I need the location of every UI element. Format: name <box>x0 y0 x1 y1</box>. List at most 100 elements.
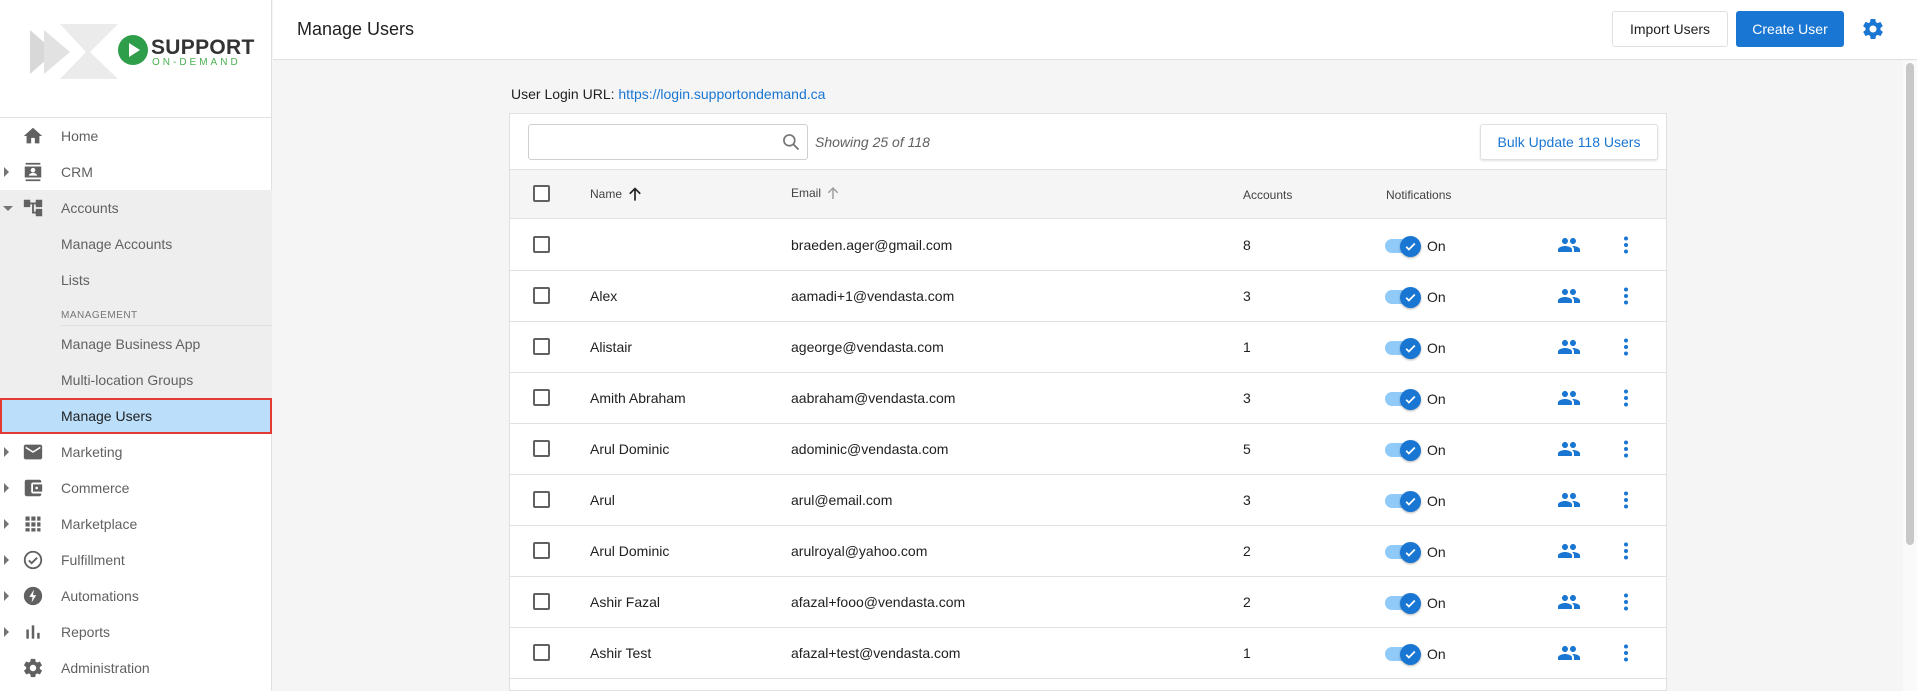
sidebar-item-marketing[interactable]: Marketing <box>0 434 272 470</box>
sidebar-item-automations[interactable]: Automations <box>0 578 272 614</box>
notifications-toggle[interactable] <box>1385 236 1421 257</box>
notifications-toggle[interactable] <box>1385 644 1421 665</box>
login-url-link[interactable]: https://login.supportondemand.ca <box>618 86 825 102</box>
row-checkbox[interactable] <box>533 542 550 559</box>
people-icon[interactable] <box>1557 590 1581 619</box>
table-row[interactable]: Alistair ageorge@vendasta.com 1 On <box>510 322 1666 373</box>
table-row[interactable]: Amith Abraham aabraham@vendasta.com 3 On <box>510 373 1666 424</box>
user-name: Arul Dominic <box>590 441 670 457</box>
notifications-state: On <box>1427 238 1446 254</box>
people-icon[interactable] <box>1557 488 1581 517</box>
accounts-icon <box>21 196 45 220</box>
bulk-update-button[interactable]: Bulk Update 118 Users <box>1480 124 1658 160</box>
search-input[interactable] <box>528 124 808 160</box>
notifications-toggle[interactable] <box>1385 287 1421 308</box>
table-row[interactable]: Alex aamadi+1@vendasta.com 3 On <box>510 271 1666 322</box>
more-vert-icon[interactable] <box>1614 386 1638 415</box>
row-checkbox[interactable] <box>533 236 550 253</box>
more-vert-icon[interactable] <box>1614 488 1638 517</box>
check-icon <box>1400 491 1421 512</box>
sidebar-item-fulfillment[interactable]: Fulfillment <box>0 542 272 578</box>
sidebar-item-administration[interactable]: Administration <box>0 650 272 686</box>
select-all-checkbox[interactable] <box>533 185 550 202</box>
people-icon[interactable] <box>1557 437 1581 466</box>
settings-gear-icon[interactable] <box>1861 17 1885 46</box>
user-email: arulroyal@yahoo.com <box>791 543 928 559</box>
logo[interactable]: SUPPORT ON-DEMAND <box>0 0 271 118</box>
user-email: aamadi+1@vendasta.com <box>791 288 955 304</box>
table-row[interactable]: Ashir Fazal afazal+fooo@vendasta.com 2 On <box>510 577 1666 628</box>
column-header-notifications: Notifications <box>1386 188 1452 202</box>
people-icon[interactable] <box>1557 233 1581 262</box>
column-header-accounts: Accounts <box>1243 188 1293 202</box>
sidebar-item-reports[interactable]: Reports <box>0 614 272 650</box>
more-vert-icon[interactable] <box>1614 233 1638 262</box>
import-users-button[interactable]: Import Users <box>1612 11 1728 47</box>
more-vert-icon[interactable] <box>1614 590 1638 619</box>
table-row[interactable]: Ashir Test afazal+test@vendasta.com 1 On <box>510 628 1666 679</box>
sort-arrow-up-icon[interactable] <box>824 184 842 202</box>
notifications-toggle[interactable] <box>1385 440 1421 461</box>
sidebar-item-crm[interactable]: CRM <box>0 154 272 190</box>
sidebar-item-multi-location-groups[interactable]: Multi-location Groups <box>0 362 272 398</box>
column-header-name[interactable]: Name <box>590 184 645 204</box>
people-icon[interactable] <box>1557 641 1581 670</box>
scrollbar[interactable] <box>1903 61 1917 691</box>
check-icon <box>1400 287 1421 308</box>
sidebar-item-label: Marketing <box>61 444 123 460</box>
table-row[interactable]: Arul arul@email.com 3 On <box>510 475 1666 526</box>
notifications-state: On <box>1427 493 1446 509</box>
notifications-state: On <box>1427 391 1446 407</box>
more-vert-icon[interactable] <box>1614 335 1638 364</box>
sidebar-item-manage-accounts[interactable]: Manage Accounts <box>0 226 272 262</box>
mail-icon <box>21 440 45 464</box>
search-icon[interactable] <box>781 132 801 157</box>
row-checkbox[interactable] <box>533 491 550 508</box>
sidebar-item-manage-business-app[interactable]: Manage Business App <box>0 326 272 362</box>
table-row[interactable]: Arul Dominic adominic@vendasta.com 5 On <box>510 424 1666 475</box>
row-checkbox[interactable] <box>533 593 550 610</box>
create-user-button[interactable]: Create User <box>1736 11 1844 47</box>
check-icon <box>1400 338 1421 359</box>
notifications-state: On <box>1427 544 1446 560</box>
sidebar-item-label: Accounts <box>61 200 119 216</box>
user-accounts-count: 5 <box>1243 441 1251 457</box>
chevron-right-icon <box>4 591 9 601</box>
more-vert-icon[interactable] <box>1614 437 1638 466</box>
notifications-toggle[interactable] <box>1385 389 1421 410</box>
people-icon[interactable] <box>1557 386 1581 415</box>
people-icon[interactable] <box>1557 335 1581 364</box>
notifications-toggle[interactable] <box>1385 593 1421 614</box>
row-checkbox[interactable] <box>533 644 550 661</box>
top-bar: Manage Users Import Users Create User <box>273 0 1917 60</box>
row-checkbox[interactable] <box>533 440 550 457</box>
sidebar-item-marketplace[interactable]: Marketplace <box>0 506 272 542</box>
more-vert-icon[interactable] <box>1614 539 1638 568</box>
scrollbar-thumb[interactable] <box>1906 63 1914 545</box>
sidebar-item-accounts[interactable]: Accounts <box>0 190 272 226</box>
people-icon[interactable] <box>1557 539 1581 568</box>
row-checkbox[interactable] <box>533 287 550 304</box>
more-vert-icon[interactable] <box>1614 641 1638 670</box>
login-url-label: User Login URL: <box>511 86 615 102</box>
notifications-toggle[interactable] <box>1385 491 1421 512</box>
showing-count: Showing 25 of 118 <box>815 134 930 150</box>
sort-arrow-up-icon[interactable] <box>625 184 645 204</box>
row-checkbox[interactable] <box>533 338 550 355</box>
people-icon[interactable] <box>1557 284 1581 313</box>
sidebar-item-commerce[interactable]: Commerce <box>0 470 272 506</box>
notifications-toggle[interactable] <box>1385 542 1421 563</box>
sidebar-item-manage-users[interactable]: Manage Users <box>0 398 272 434</box>
check-icon <box>1400 593 1421 614</box>
user-accounts-count: 3 <box>1243 288 1251 304</box>
column-header-email[interactable]: Email <box>791 184 842 202</box>
sidebar-item-label: Commerce <box>61 480 130 496</box>
sidebar-item-home[interactable]: Home <box>0 118 272 154</box>
notifications-toggle[interactable] <box>1385 338 1421 359</box>
table-row[interactable]: Arul Dominic arulroyal@yahoo.com 2 On <box>510 526 1666 577</box>
row-checkbox[interactable] <box>533 389 550 406</box>
gear-icon <box>21 656 45 680</box>
sidebar-item-lists[interactable]: Lists <box>0 262 272 298</box>
more-vert-icon[interactable] <box>1614 284 1638 313</box>
table-row[interactable]: braeden.ager@gmail.com 8 On <box>510 220 1666 271</box>
